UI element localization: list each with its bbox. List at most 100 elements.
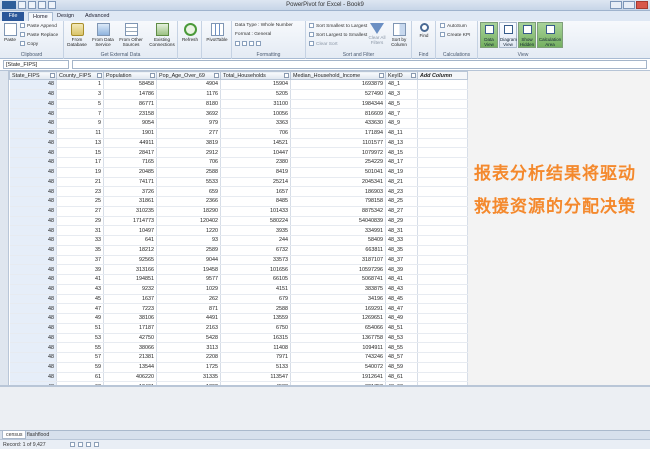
table-cell[interactable]: 5068741	[290, 274, 386, 285]
table-row[interactable]: 48 57 21381 2208 7971 743246 48_57	[9, 352, 468, 363]
add-column-cell[interactable]	[417, 235, 468, 246]
add-column-cell[interactable]	[417, 157, 468, 168]
table-cell[interactable]: 979	[156, 118, 221, 129]
table-cell[interactable]: 51	[56, 323, 104, 334]
table-cell[interactable]: 9232	[103, 284, 157, 295]
clear-filters-button[interactable]: Clear All Filters	[368, 23, 386, 45]
table-cell[interactable]: 48	[9, 128, 57, 139]
show-hidden-button[interactable]: Show Hidden	[518, 22, 536, 48]
table-cell[interactable]: 706	[156, 157, 221, 168]
tab-file[interactable]: File	[2, 12, 24, 21]
add-column-cell[interactable]	[417, 255, 468, 266]
table-cell[interactable]: 334991	[290, 225, 386, 236]
sort-by-column-button[interactable]: Sort by Column	[388, 23, 410, 47]
table-cell[interactable]: 3	[56, 89, 104, 100]
pivottable-button[interactable]: PivotTable	[204, 23, 230, 42]
table-cell[interactable]: 48_19	[385, 167, 418, 178]
add-column-cell[interactable]	[417, 196, 468, 207]
table-cell[interactable]: 5533	[156, 177, 221, 188]
add-column-cell[interactable]	[417, 186, 468, 197]
table-cell[interactable]: 48	[9, 333, 57, 344]
column-header[interactable]: Median_Household_Income	[290, 71, 386, 80]
copy-button[interactable]: Copy	[20, 41, 38, 47]
table-row[interactable]: 48 31 10497 1220 3935 334991 48_31	[9, 225, 468, 236]
table-cell[interactable]: 15904	[220, 79, 291, 90]
table-cell[interactable]: 48_55	[385, 342, 418, 353]
paste-append-button[interactable]: Paste Append	[20, 23, 57, 29]
table-cell[interactable]: 48_31	[385, 225, 418, 236]
table-row[interactable]: 48 15 28417 2912 10447 1079972 48_15	[9, 147, 468, 158]
table-cell[interactable]: 798158	[290, 196, 386, 207]
table-cell[interactable]: 54040839	[290, 216, 386, 227]
table-row[interactable]: 48 35 18212 2589 6732 663811 48_35	[9, 245, 468, 256]
table-cell[interactable]: 48	[9, 216, 57, 227]
filter-dropdown-icon[interactable]	[284, 73, 289, 78]
table-cell[interactable]: 48	[9, 313, 57, 324]
table-row[interactable]: 48 37 92565 9044 33573 3187107 48_37	[9, 255, 468, 266]
add-column-header[interactable]: Add Column	[417, 71, 468, 80]
table-row[interactable]: 48 55 38066 3113 11408 1094911 48_55	[9, 342, 468, 353]
table-cell[interactable]: 8485	[220, 196, 291, 207]
column-name-box[interactable]: [State_FIPS]	[3, 60, 69, 69]
table-cell[interactable]: 48	[9, 186, 57, 197]
table-cell[interactable]: 57	[56, 352, 104, 363]
paste-button[interactable]: Paste	[3, 23, 17, 42]
table-row[interactable]: 48 33 641 93 244 58409 48_33	[9, 235, 468, 246]
add-column-cell[interactable]	[417, 294, 468, 305]
table-cell[interactable]: 6750	[220, 323, 291, 334]
table-cell[interactable]: 18290	[156, 206, 221, 217]
table-row[interactable]: 48 61 406220 31335 113547 1912641 48_61	[9, 372, 468, 383]
table-cell[interactable]: 10447	[220, 147, 291, 158]
table-cell[interactable]: 9	[56, 118, 104, 129]
table-cell[interactable]: 48_15	[385, 147, 418, 158]
table-cell[interactable]: 527490	[290, 89, 386, 100]
table-cell[interactable]: 277	[156, 128, 221, 139]
table-cell[interactable]: 48	[9, 108, 57, 119]
table-cell[interactable]: 25	[56, 196, 104, 207]
table-cell[interactable]: 743246	[290, 352, 386, 363]
add-column-cell[interactable]	[417, 206, 468, 217]
from-other-sources-button[interactable]: From Other Sources	[118, 23, 144, 47]
table-cell[interactable]: 48	[9, 352, 57, 363]
table-cell[interactable]: 53	[56, 333, 104, 344]
table-cell[interactable]: 13544	[103, 362, 157, 373]
table-cell[interactable]: 48	[9, 206, 57, 217]
table-cell[interactable]: 48_39	[385, 264, 418, 275]
table-cell[interactable]: 540072	[290, 362, 386, 373]
table-cell[interactable]: 48	[9, 138, 57, 149]
table-cell[interactable]: 1725	[156, 362, 221, 373]
table-cell[interactable]: 262	[156, 294, 221, 305]
table-cell[interactable]: 17	[56, 157, 104, 168]
table-row[interactable]: 48 51 17187 2163 6750 654066 48_51	[9, 323, 468, 334]
table-cell[interactable]: 1176	[156, 89, 221, 100]
sort-ascending-button[interactable]: Sort Smallest to Largest	[309, 23, 367, 29]
table-cell[interactable]: 48_59	[385, 362, 418, 373]
table-cell[interactable]: 48_61	[385, 372, 418, 383]
table-cell[interactable]: 641	[103, 235, 157, 246]
table-cell[interactable]: 48	[9, 274, 57, 285]
table-cell[interactable]: 244	[220, 235, 291, 246]
table-cell[interactable]: 48	[9, 196, 57, 207]
table-cell[interactable]: 659	[156, 186, 221, 197]
tab-advanced[interactable]: Advanced	[81, 12, 113, 21]
table-cell[interactable]: 66105	[220, 274, 291, 285]
table-cell[interactable]: 45	[56, 294, 104, 305]
table-cell[interactable]: 433630	[290, 118, 386, 129]
table-cell[interactable]: 1094911	[290, 342, 386, 353]
table-cell[interactable]: 93	[156, 235, 221, 246]
diagram-view-button[interactable]: Diagram View	[499, 22, 517, 48]
table-cell[interactable]: 23158	[103, 108, 157, 119]
table-cell[interactable]: 2380	[220, 157, 291, 168]
sheet-tab-flashflood[interactable]: flashflood	[24, 431, 52, 439]
table-cell[interactable]: 2366	[156, 196, 221, 207]
table-row[interactable]: 48 43 9232 1029 4151 383875 48_43	[9, 284, 468, 295]
paste-replace-button[interactable]: Paste Replace	[20, 32, 58, 38]
table-cell[interactable]: 42750	[103, 333, 157, 344]
table-row[interactable]: 48 17 7165 706 2380 254229 48_17	[9, 157, 468, 168]
table-cell[interactable]: 48_33	[385, 235, 418, 246]
table-cell[interactable]: 48_29	[385, 216, 418, 227]
table-row[interactable]: 48 3 14786 1176 5205 527490 48_3	[9, 89, 468, 100]
filter-dropdown-icon[interactable]	[97, 73, 102, 78]
add-column-cell[interactable]	[417, 323, 468, 334]
table-cell[interactable]: 1714773	[103, 216, 157, 227]
